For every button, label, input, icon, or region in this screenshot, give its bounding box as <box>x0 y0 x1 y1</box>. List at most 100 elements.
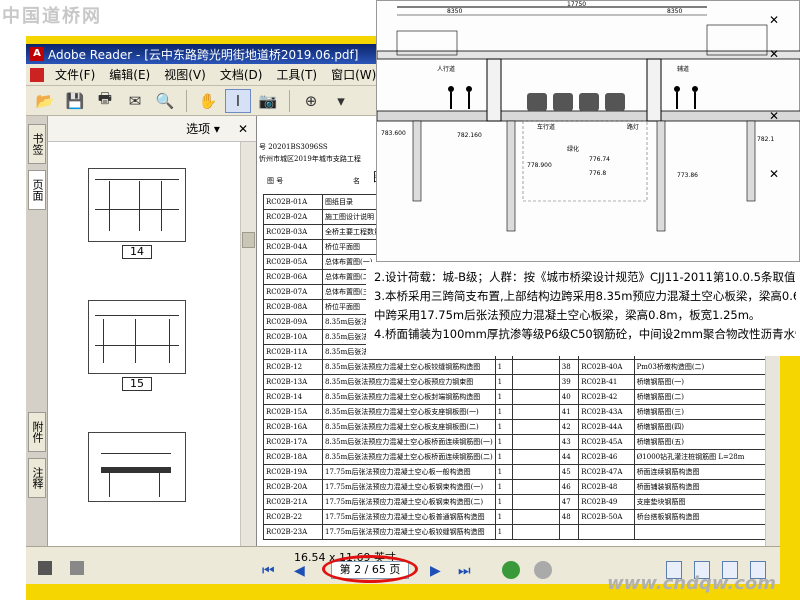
row-name: Ø1000钻孔灌注桩钢筋图 L=28m <box>633 449 780 465</box>
dimension-right: 8350 <box>667 8 682 15</box>
row-code: RC02B-06A <box>263 269 323 285</box>
thumbnail-page[interactable]: 14 <box>88 168 186 259</box>
row-code: RC02B-19A <box>263 464 323 480</box>
row-name: 8.35m后张法预应力混凝土空心板预应力钢束图 <box>321 374 496 390</box>
row-code: RC02B-20A <box>263 479 323 495</box>
snapshot-icon[interactable]: 📷 <box>255 89 281 113</box>
menu-file[interactable]: 文件(F) <box>48 66 102 83</box>
thumbnail-page-number: 15 <box>122 377 152 391</box>
row-code: RC02B-44A <box>578 419 635 435</box>
menu-tools[interactable]: 工具(T) <box>269 66 324 83</box>
row-qty: 1 <box>494 494 514 510</box>
forward-view-icon[interactable] <box>534 561 552 579</box>
row-name: 8.35m后张法预应力混凝土空心板铰缝钢筋构造图 <box>321 359 496 375</box>
select-text-icon[interactable]: I <box>225 88 251 113</box>
elevation-label: 773.86 <box>677 172 698 179</box>
row-qty: 1 <box>494 389 514 405</box>
search-icon[interactable]: 🔍 <box>152 89 178 113</box>
row-code: RC02B-50A <box>578 509 635 525</box>
table-row: RC02B-23A 17.75m后张法预应力混凝土空心板铰缝钢筋构造图 1 <box>263 524 780 540</box>
row-code: RC02B-13A <box>263 374 323 390</box>
bridge-drawing: 8350 17750 8350 783.600 782.160 778.900 … <box>376 1 800 232</box>
tab-bookmarks[interactable]: 书签 <box>28 124 46 164</box>
page-frame: 中国道桥网 A Adobe Reader - [云中东路跨光明街地道桥2019.… <box>0 0 800 600</box>
row-no: 41 <box>558 404 580 420</box>
close-icon[interactable]: ✕ <box>768 14 780 26</box>
previous-page-icon[interactable]: ◀ <box>294 563 305 579</box>
table-row: RC02B-15A 8.35m后张法预应力混凝土空心板支座钢板图(一) 1 41 RC0… <box>263 404 780 420</box>
lane-label: 辅道 <box>677 65 689 73</box>
row-code: RC02B-14 <box>263 389 323 405</box>
note-line: 4.桥面铺装为100mm厚抗渗等级P6级C50钢筋砼，中间设2mm聚合物改性沥青… <box>374 327 796 341</box>
next-page-icon[interactable]: ▶ <box>430 563 441 579</box>
row-blank <box>512 389 560 405</box>
table-row: RC02B-18A 8.35m后张法预应力混凝土空心板桥面连续钢筋图(二) 1 44 R… <box>263 449 780 465</box>
lane-label: 绿化 <box>567 145 579 153</box>
document-icon[interactable] <box>70 561 84 575</box>
last-page-icon[interactable]: ⏭ <box>458 563 471 579</box>
row-no: 47 <box>558 494 580 510</box>
row-qty: 1 <box>494 419 514 435</box>
note-line: 3.本桥采用三跨简支布置,上部结构边跨采用8.35m预应力混凝土空心板梁，梁高0… <box>374 289 796 303</box>
menu-edit[interactable]: 编辑(E) <box>102 66 157 83</box>
row-code: RC02B-17A <box>263 434 323 450</box>
thumbnail-page[interactable] <box>88 432 186 502</box>
thumbnail-image <box>88 432 186 502</box>
row-name: 8.35m后张法预应力混凝土空心板桥面连续钢筋图(一) <box>321 434 496 450</box>
elevation-label: 776.8 <box>589 170 606 177</box>
hand-icon[interactable]: ✋ <box>195 89 221 113</box>
row-blank <box>512 419 560 435</box>
close-icon[interactable]: ✕ <box>768 168 780 180</box>
save-icon[interactable]: 💾 <box>62 89 88 113</box>
navigation-tabs: 书签 页面 附件 注释 <box>26 116 48 546</box>
row-name: 桥台搭板钢筋构造图 <box>633 509 780 525</box>
row-code: RC02B-04A <box>263 239 323 255</box>
row-code: RC02B-08A <box>263 299 323 315</box>
row-name: 桥墩钢筋图(三) <box>633 404 780 420</box>
zoom-icon[interactable]: ⊕ <box>298 89 324 113</box>
scrollbar-thumb[interactable] <box>242 232 255 248</box>
menu-window[interactable]: 窗口(W) <box>324 66 383 83</box>
row-no: 45 <box>558 464 580 480</box>
row-blank <box>512 374 560 390</box>
doc-project-number: 号 20201BS3096SS <box>259 143 328 151</box>
adobe-app-icon: A <box>30 47 44 61</box>
tab-comments[interactable]: 注释 <box>28 458 46 498</box>
row-no: 38 <box>558 359 580 375</box>
row-name: 桥墩钢筋图(四) <box>633 419 780 435</box>
zoom-dropdown-icon[interactable]: ▾ <box>328 89 354 113</box>
row-name <box>633 524 780 540</box>
row-qty: 1 <box>494 374 514 390</box>
row-qty: 1 <box>494 359 514 375</box>
table-row: RC02B-16A 8.35m后张法预应力混凝土空心板支座钢板图(二) 1 42 RC0… <box>263 419 780 435</box>
row-code: RC02B-45A <box>578 434 635 450</box>
row-name: 17.75m后张法预应力混凝土空心板一般构造图 <box>321 464 496 480</box>
menu-document[interactable]: 文档(D) <box>213 66 270 83</box>
row-blank <box>512 524 560 540</box>
row-qty: 1 <box>494 464 514 480</box>
row-code: RC02B-01A <box>263 194 323 210</box>
close-icon[interactable]: ✕ <box>768 48 780 60</box>
elevation-label: 776.74 <box>589 156 610 163</box>
print-icon[interactable]: 🖶 <box>92 89 118 113</box>
row-no: 43 <box>558 434 580 450</box>
row-name: 8.35m后张法预应力混凝土空心板桥面连续钢筋图(二) <box>321 449 496 465</box>
row-code: RC02B-16A <box>263 419 323 435</box>
row-qty: 1 <box>494 449 514 465</box>
thumbnails-scrollbar[interactable] <box>240 142 256 546</box>
close-icon[interactable]: ✕ <box>768 110 780 122</box>
tab-attachments[interactable]: 附件 <box>28 412 46 452</box>
row-code: RC02B-49 <box>578 494 635 510</box>
back-view-icon[interactable] <box>502 561 520 579</box>
menu-view[interactable]: 视图(V) <box>157 66 213 83</box>
first-page-icon[interactable]: ⏮ <box>262 563 275 579</box>
close-panel-icon[interactable]: ✕ <box>238 122 248 136</box>
note-line: 中跨采用17.75m后张法预应力混凝土空心板梁，梁高0.8m，板宽1.25m。 <box>374 308 761 322</box>
row-name: 17.75m后张法预应力混凝土空心板钢束构造图(一) <box>321 479 496 495</box>
open-icon[interactable]: 📂 <box>32 89 58 113</box>
email-icon[interactable]: ✉ <box>122 89 148 113</box>
monitor-icon[interactable] <box>38 561 52 575</box>
thumbnail-page[interactable]: 15 <box>88 300 186 391</box>
options-menu[interactable]: 选项 ▾ <box>186 120 220 137</box>
tab-pages[interactable]: 页面 <box>28 170 46 210</box>
